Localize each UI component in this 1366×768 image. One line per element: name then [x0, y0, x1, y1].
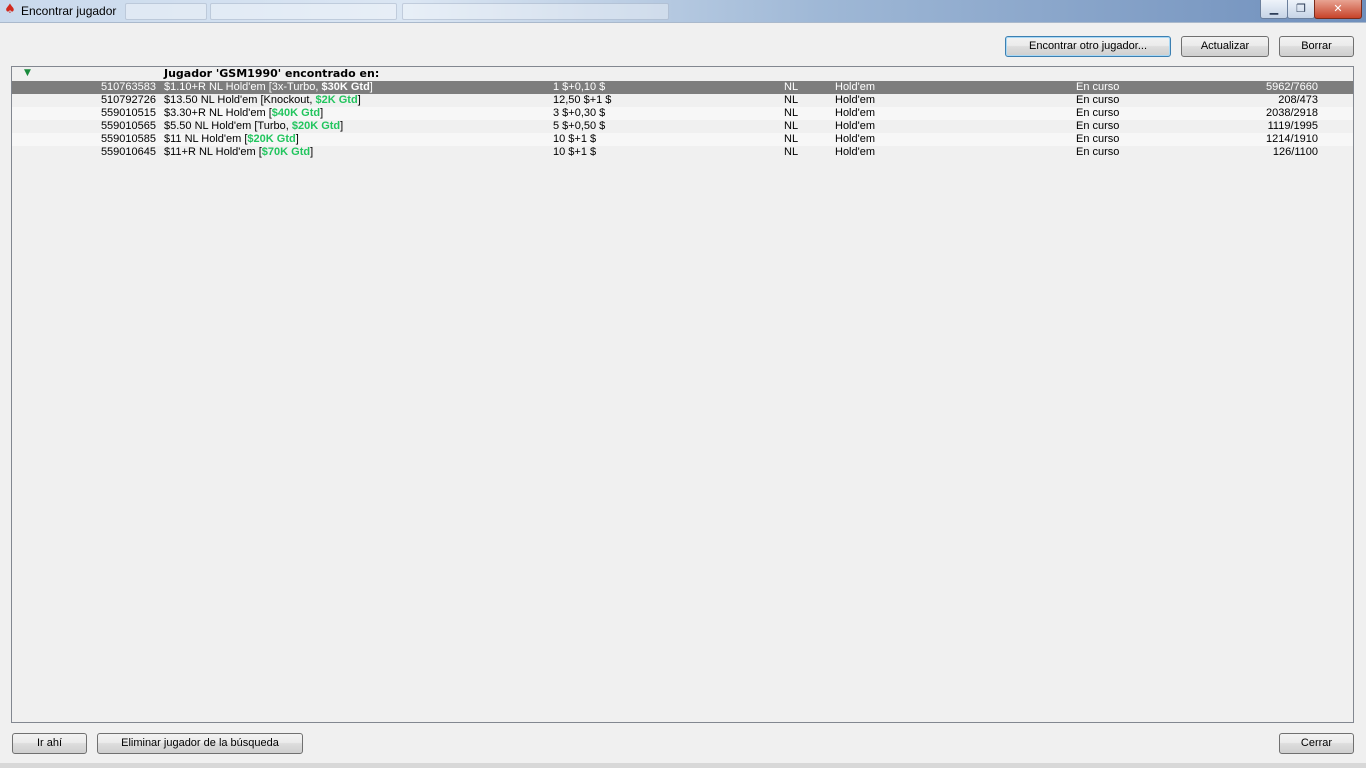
- tournament-id: 559010515: [100, 107, 156, 119]
- tournament-name-suffix: ]: [320, 107, 324, 119]
- tournament-name-text: $11+R NL Hold'em [: [164, 146, 262, 158]
- limit: NL: [784, 120, 799, 132]
- refresh-button[interactable]: Actualizar: [1181, 36, 1269, 57]
- results-list[interactable]: ▼ Jugador 'GSM1990' encontrado en: 51076…: [11, 66, 1354, 723]
- table-row[interactable]: 510792726 $13.50 NL Hold'em [Knockout, $…: [12, 94, 1353, 107]
- tournament-id: 559010585: [100, 133, 156, 145]
- close-button[interactable]: Cerrar: [1279, 733, 1354, 754]
- tournament-name: $1.10+R NL Hold'em [3x-Turbo, $30K Gtd]: [164, 81, 373, 94]
- find-other-player-button[interactable]: Encontrar otro jugador...: [1005, 36, 1171, 57]
- status: En curso: [1076, 146, 1120, 158]
- tournament-id: 510763583: [100, 81, 156, 93]
- tournament-name-text: $11 NL Hold'em [: [164, 133, 248, 145]
- status: En curso: [1076, 133, 1120, 145]
- tournament-name-suffix: ]: [295, 133, 299, 145]
- status: En curso: [1076, 81, 1120, 93]
- list-header: ▼ Jugador 'GSM1990' encontrado en:: [12, 67, 1353, 80]
- players: 1214/1910: [1266, 133, 1318, 145]
- background-tab-ghost: [210, 3, 397, 20]
- title-bar[interactable]: ♠ Encontrar jugador ▁ ❐ ✕: [0, 0, 1366, 23]
- buyin: 10 $+1 $: [553, 133, 597, 145]
- tournament-id: 510792726: [100, 94, 156, 106]
- guarantee-text: $20K Gtd: [291, 120, 341, 132]
- limit: NL: [784, 94, 799, 106]
- limit: NL: [784, 133, 799, 145]
- players: 1119/1995: [1267, 120, 1318, 132]
- buyin: 5 $+0,50 $: [553, 120, 606, 132]
- players: 5962/7660: [1266, 81, 1318, 93]
- tournament-name: $11+R NL Hold'em [$70K Gtd]: [164, 146, 313, 159]
- window-bottom-edge: [0, 763, 1366, 768]
- status: En curso: [1076, 107, 1120, 119]
- background-tab-ghost: [402, 3, 669, 20]
- buyin: 12,50 $+1 $: [553, 94, 612, 106]
- guarantee-text: $40K Gtd: [271, 107, 321, 119]
- tournament-name: $11 NL Hold'em [$20K Gtd]: [164, 133, 299, 146]
- buyin: 10 $+1 $: [553, 146, 597, 158]
- tournament-name-text: $5.50 NL Hold'em [Turbo,: [164, 120, 292, 132]
- tournament-name-text: $1.10+R NL Hold'em [3x-Turbo,: [164, 81, 322, 93]
- tournament-name-text: $3.30+R NL Hold'em [: [164, 107, 272, 119]
- limit: NL: [784, 107, 799, 119]
- game-type: Hold'em: [835, 120, 876, 132]
- go-there-button[interactable]: Ir ahí: [12, 733, 87, 754]
- guarantee-text: $30K Gtd: [321, 81, 370, 93]
- tournament-name-suffix: ]: [310, 146, 314, 158]
- tournament-id: 559010645: [100, 146, 156, 158]
- game-type: Hold'em: [835, 81, 876, 93]
- list-header-title: Jugador 'GSM1990' encontrado en:: [164, 67, 380, 80]
- table-row[interactable]: 559010645 $11+R NL Hold'em [$70K Gtd] 10…: [12, 146, 1353, 159]
- status: En curso: [1076, 120, 1120, 132]
- game-type: Hold'em: [835, 146, 876, 158]
- buyin: 1 $+0,10 $: [553, 81, 606, 93]
- tournament-id: 559010565: [100, 120, 156, 132]
- game-type: Hold'em: [835, 107, 876, 119]
- tournament-name: $5.50 NL Hold'em [Turbo, $20K Gtd]: [164, 120, 343, 133]
- players: 208/473: [1278, 94, 1318, 106]
- maximize-button[interactable]: ❐: [1287, 0, 1315, 19]
- clear-button[interactable]: Borrar: [1279, 36, 1354, 57]
- table-row[interactable]: 559010585 $11 NL Hold'em [$20K Gtd] 10 $…: [12, 133, 1353, 146]
- minimize-button[interactable]: ▁: [1260, 0, 1288, 19]
- players: 2038/2918: [1266, 107, 1318, 119]
- tournament-name-suffix: ]: [369, 81, 373, 93]
- table-row[interactable]: 559010515 $3.30+R NL Hold'em [$40K Gtd] …: [12, 107, 1353, 120]
- limit: NL: [784, 81, 799, 93]
- guarantee-text: $2K Gtd: [315, 94, 358, 106]
- window-title: Encontrar jugador: [21, 4, 117, 18]
- tournament-name-suffix: ]: [357, 94, 361, 106]
- players: 126/1100: [1272, 146, 1318, 158]
- sort-arrow-icon[interactable]: ▼: [24, 68, 32, 78]
- guarantee-text: $20K Gtd: [247, 133, 296, 145]
- status: En curso: [1076, 94, 1120, 106]
- close-window-button[interactable]: ✕: [1314, 0, 1362, 19]
- background-tab-ghost: [125, 3, 207, 20]
- tournament-name-text: $13.50 NL Hold'em [Knockout,: [164, 94, 316, 106]
- game-type: Hold'em: [835, 133, 876, 145]
- tournament-name: $3.30+R NL Hold'em [$40K Gtd]: [164, 107, 323, 120]
- guarantee-text: $70K Gtd: [261, 146, 311, 158]
- tournament-name-suffix: ]: [340, 120, 344, 132]
- game-type: Hold'em: [835, 94, 876, 106]
- table-row[interactable]: 510763583 $1.10+R NL Hold'em [3x-Turbo, …: [12, 81, 1353, 94]
- table-row[interactable]: 559010565 $5.50 NL Hold'em [Turbo, $20K …: [12, 120, 1353, 133]
- pokerstars-spade-icon: ♠: [4, 2, 16, 17]
- tournament-name: $13.50 NL Hold'em [Knockout, $2K Gtd]: [164, 94, 361, 107]
- remove-player-button[interactable]: Eliminar jugador de la búsqueda: [97, 733, 303, 754]
- buyin: 3 $+0,30 $: [553, 107, 606, 119]
- limit: NL: [784, 146, 799, 158]
